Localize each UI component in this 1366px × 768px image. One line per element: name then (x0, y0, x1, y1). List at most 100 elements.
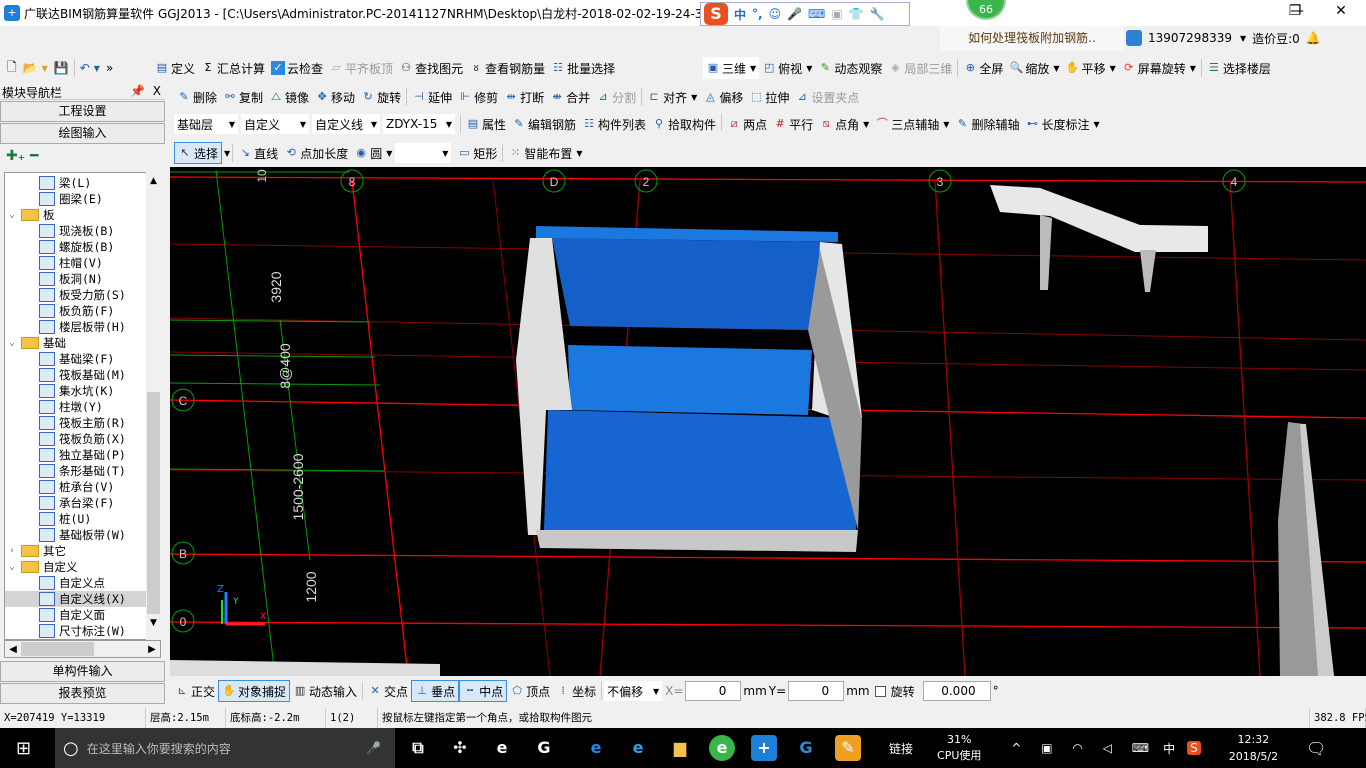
offset-button[interactable]: ◬ 偏移 (700, 86, 746, 108)
category-select[interactable]: 自定义 ▼ (241, 114, 309, 134)
tree-item[interactable]: 自定义点 (5, 575, 160, 591)
point-length-button[interactable]: ⟲ 点加长度 (281, 142, 351, 164)
tree-item[interactable]: › 其它 (5, 543, 160, 559)
tree-item[interactable]: 螺旋板(B) (5, 239, 160, 255)
cloud-check-button[interactable]: ✓ 云检查 (268, 57, 326, 79)
save-icon[interactable]: 💾 (51, 57, 72, 79)
tree-item[interactable]: 筏板主筋(R) (5, 415, 160, 431)
wrench-icon[interactable]: 🔧 (870, 7, 885, 21)
chevron-down-icon[interactable]: ⌄ (7, 338, 17, 348)
fullscreen-button[interactable]: ⊕ 全屏 (960, 57, 1006, 79)
rotate-input[interactable]: 0.000 (922, 681, 991, 701)
pick-component-button[interactable]: ⚲ 拾取构件 (649, 113, 719, 135)
user-card-icon[interactable]: ▣ (831, 7, 842, 21)
task-view-icon[interactable]: ⧉ (405, 735, 431, 761)
project-settings-button[interactable]: 工程设置 (0, 101, 165, 122)
align-slab-top-button[interactable]: ▱ 平齐板顶 (326, 57, 396, 79)
dynamic-input-button[interactable]: ▥ 动态输入 (290, 680, 360, 702)
notes-app-icon[interactable]: ✎ (835, 735, 861, 761)
single-component-input-button[interactable]: 单构件输入 (0, 661, 165, 682)
tree-vertical-scrollbar[interactable]: ▲ ▼ (146, 172, 161, 640)
define-button[interactable]: ▤ 定义 (152, 57, 198, 79)
delete-button[interactable]: ✎ 删除 (174, 86, 220, 108)
split-button[interactable]: ⊿ 分割 (593, 86, 639, 108)
tree-item[interactable]: 自定义线(X) (5, 591, 160, 607)
tray-ime[interactable]: 中 (1163, 740, 1175, 757)
tree-item[interactable]: 柱帽(V) (5, 255, 160, 271)
tree-horizontal-scrollbar[interactable]: ◀ ▶ (4, 640, 161, 658)
tree-item[interactable]: 板受力筋(S) (5, 287, 160, 303)
tree-item[interactable]: 板负筋(F) (5, 303, 160, 319)
type-select[interactable]: 自定义线 ▼ (312, 114, 380, 134)
3d-button[interactable]: ▣ 三维 ▼ (703, 57, 760, 79)
tree-item[interactable]: 承台梁(F) (5, 495, 160, 511)
component-list-button[interactable]: ☷ 构件列表 (579, 113, 649, 135)
point-angle-button[interactable]: ⧅ 点角 ▼ (816, 113, 872, 135)
tree-item[interactable]: 梁(L) (5, 175, 160, 191)
summary-button[interactable]: Σ 汇总计算 (198, 57, 268, 79)
top-view-button[interactable]: ◰ 俯视 ▼ (759, 57, 815, 79)
floor-select[interactable]: 基础层 ▼ (174, 114, 238, 134)
mirror-button[interactable]: ⧍ 镜像 (266, 86, 312, 108)
parallel-button[interactable]: # 平行 (770, 113, 816, 135)
smart-layout-button[interactable]: ⁙ 智能布置 ▼ (505, 142, 585, 164)
sogou-tray-icon[interactable]: S (1187, 741, 1201, 755)
tree-item[interactable]: 楼层板带(H) (5, 319, 160, 335)
windows-start-icon[interactable]: ⊞ (16, 738, 31, 759)
object-snap-button[interactable]: ✋ 对象捕捉 (218, 680, 291, 702)
length-dimension-button[interactable]: ⊷ 长度标注 ▼ (1022, 113, 1102, 135)
emoji-icon[interactable]: ☺ (769, 7, 782, 21)
vertex-snap-button[interactable]: ⬠ 顶点 (507, 680, 553, 702)
tree-item[interactable]: 自定义面 (5, 607, 160, 623)
clock[interactable]: 12:32 2018/5/2 (1229, 731, 1278, 765)
ie-gray-icon[interactable]: e (489, 735, 515, 761)
chevron-down-icon[interactable]: ⌄ (7, 210, 17, 220)
rotate-checkbox[interactable] (874, 685, 886, 697)
tree-item[interactable]: ⌄ 基础 (5, 335, 160, 351)
select-floor-button[interactable]: ☰ 选择楼层 (1204, 57, 1274, 79)
glodon-g-icon[interactable]: G (793, 735, 819, 761)
screen-rotate-button[interactable]: ⟳ 屏幕旋转 ▼ (1119, 57, 1199, 79)
x-input[interactable]: 0 (685, 681, 742, 701)
midpoint-snap-button[interactable]: ╍ 中点 (459, 680, 508, 702)
y-input[interactable]: 0 (788, 681, 845, 701)
two-point-button[interactable]: ⧄ 两点 (724, 113, 770, 135)
maximize-button[interactable]: ❐ (1272, 0, 1318, 24)
move-button[interactable]: ✥ 移动 (312, 86, 358, 108)
tree-item[interactable]: 基础板带(W) (5, 527, 160, 543)
browser-360-icon[interactable]: e (709, 735, 735, 761)
tree-item[interactable]: ⌄ 自定义 (5, 559, 160, 575)
line-button[interactable]: ↘ 直线 (235, 142, 281, 164)
tree-item[interactable]: 现浇板(B) (5, 223, 160, 239)
ie-icon[interactable]: e (625, 735, 651, 761)
partial-3d-button[interactable]: ◈ 局部三维 (885, 57, 955, 79)
user-area[interactable]: 13907298339 ▼ 造价豆:0 🔔 (1126, 26, 1366, 50)
help-link[interactable]: 如何处理筏板附加钢筋.. (940, 26, 1124, 50)
expand-all-icon[interactable]: ✚₊ (6, 148, 25, 164)
view-rebar-button[interactable]: ᴕ 查看钢筋量 (466, 57, 548, 79)
bell-icon[interactable]: 🔔 (1306, 31, 1321, 45)
break-button[interactable]: ⇹ 打断 (501, 86, 547, 108)
link-label[interactable]: 链接 (889, 740, 913, 757)
collapse-all-icon[interactable]: ━ (30, 148, 38, 164)
tree-item[interactable]: 圈梁(E) (5, 191, 160, 207)
pan-button[interactable]: ✋ 平移 ▼ (1063, 57, 1119, 79)
merge-button[interactable]: ⇼ 合并 (547, 86, 593, 108)
ime-lang[interactable]: 中 (734, 6, 746, 23)
ime-toolbar[interactable]: S 中 °, ☺ 🎤 ⌨ ▣ 👕 🔧 (700, 2, 910, 26)
tree-item[interactable]: 筏板基础(M) (5, 367, 160, 383)
component-select[interactable]: ZDYX-15 ▼ (383, 114, 455, 134)
tray-icons[interactable]: ^ ▣ ◠ ◁ ⌨ (1011, 741, 1157, 755)
coordinate-snap-button[interactable]: ⁞ 坐标 (553, 680, 599, 702)
three-point-axis-button[interactable]: ⌒ 三点辅轴 ▼ (872, 113, 952, 135)
tree-item[interactable]: ⌄ 板 (5, 207, 160, 223)
tree-item[interactable]: 桩承台(V) (5, 479, 160, 495)
orbit-button[interactable]: ✎ 动态观察 (815, 57, 885, 79)
copy-button[interactable]: ⚯ 复制 (220, 86, 266, 108)
select-button[interactable]: ↖ 选择 (174, 142, 223, 164)
edge-icon[interactable]: e (583, 735, 609, 761)
find-element-button[interactable]: ⚇ 查找图元 (396, 57, 466, 79)
overflow-icon[interactable]: » (103, 57, 116, 79)
report-preview-button[interactable]: 报表预览 (0, 683, 165, 704)
glodon-app-icon[interactable]: + (751, 735, 777, 761)
